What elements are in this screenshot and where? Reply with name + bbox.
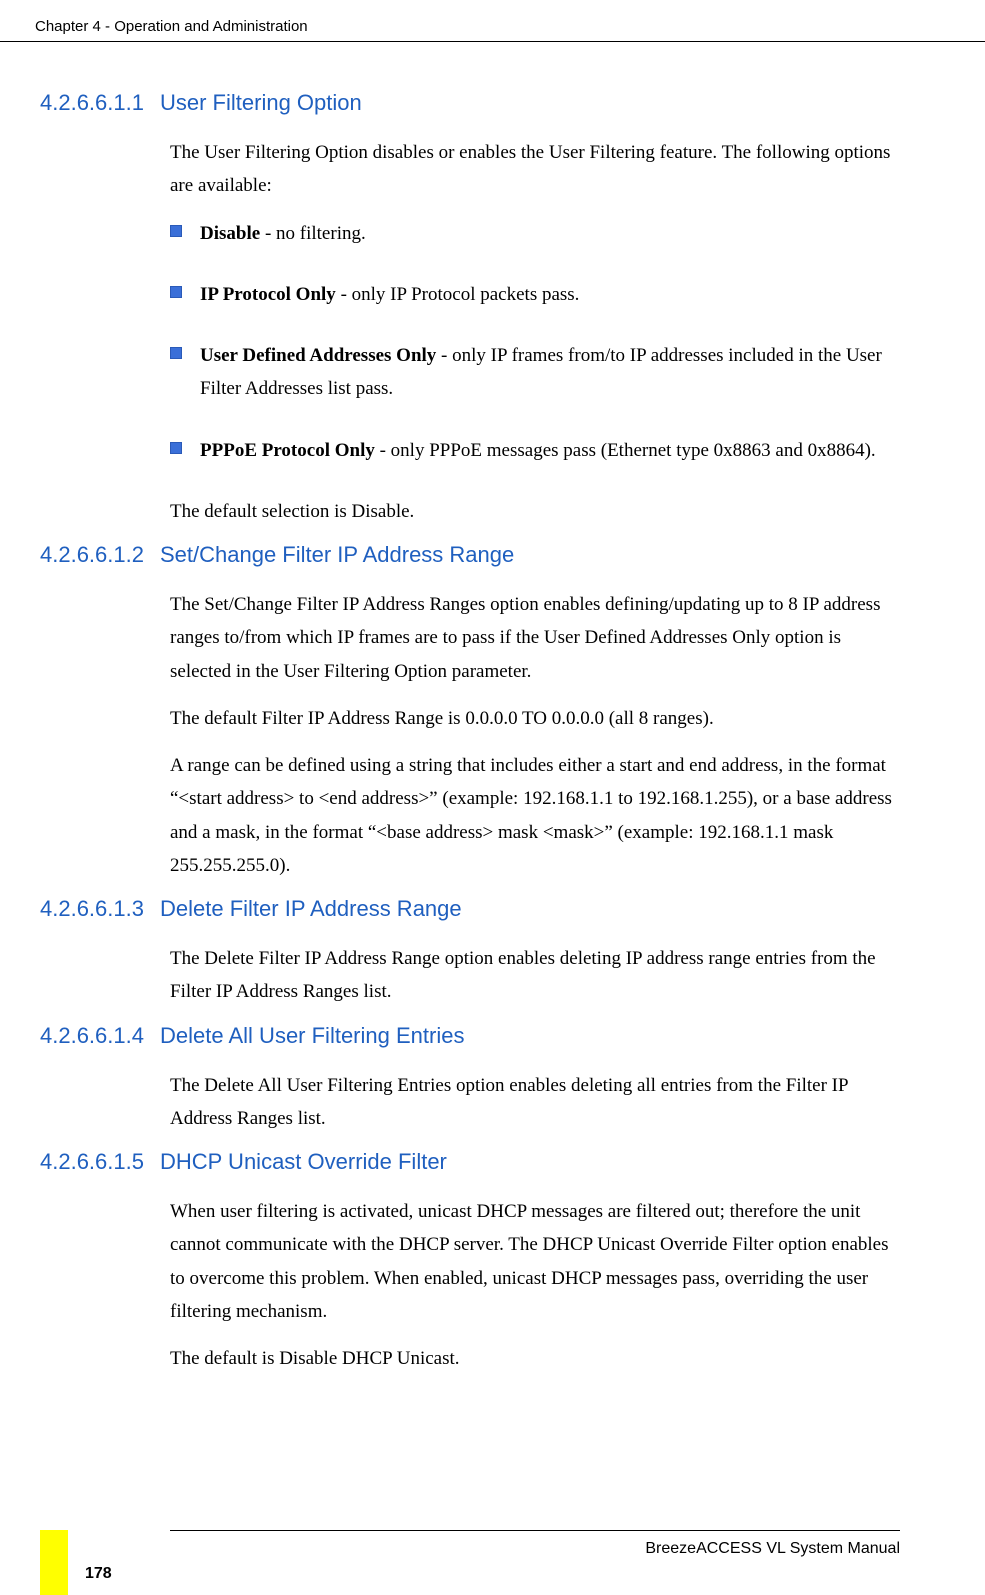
page-footer: BreezeACCESS VL System Manual 178 [0,1530,985,1595]
bullet-bold: User Defined Addresses Only [200,345,436,366]
bullet-bold: IP Protocol Only [200,284,336,305]
section-heading: 4.2.6.6.1.1 User Filtering Option [40,90,900,116]
footer-divider [170,1530,900,1531]
section-title: DHCP Unicast Override Filter [160,1149,447,1175]
body-paragraph: A range can be defined using a string th… [170,749,900,882]
list-item: Disable - no filtering. [170,217,900,250]
body-paragraph: The User Filtering Option disables or en… [170,136,900,203]
list-item: User Defined Addresses Only - only IP fr… [170,339,900,406]
body-paragraph: The default selection is Disable. [170,495,900,528]
body-paragraph: The default is Disable DHCP Unicast. [170,1342,900,1375]
bullet-bold: Disable [200,223,260,244]
section-number: 4.2.6.6.1.1 [40,90,160,116]
page-content: 4.2.6.6.1.1 User Filtering Option The Us… [0,42,985,1375]
section-heading: 4.2.6.6.1.3 Delete Filter IP Address Ran… [40,896,900,922]
bullet-icon [170,442,182,454]
bullet-icon [170,225,182,237]
section-number: 4.2.6.6.1.4 [40,1023,160,1049]
section-title: Set/Change Filter IP Address Range [160,542,514,568]
body-paragraph: The Set/Change Filter IP Address Ranges … [170,588,900,688]
bullet-rest: - no filtering. [260,223,366,244]
section-heading: 4.2.6.6.1.4 Delete All User Filtering En… [40,1023,900,1049]
section-title: Delete Filter IP Address Range [160,896,462,922]
body-paragraph: When user filtering is activated, unicas… [170,1195,900,1328]
section-number: 4.2.6.6.1.2 [40,542,160,568]
bullet-bold: PPPoE Protocol Only [200,440,375,461]
section-title: User Filtering Option [160,90,362,116]
page-header: Chapter 4 - Operation and Administration [0,0,985,42]
bullet-rest: - only PPPoE messages pass (Ethernet typ… [375,440,876,461]
bullet-text: User Defined Addresses Only - only IP fr… [200,339,900,406]
section-number: 4.2.6.6.1.5 [40,1149,160,1175]
page-number: 178 [85,1565,112,1583]
bullet-text: IP Protocol Only - only IP Protocol pack… [200,278,900,311]
section-heading: 4.2.6.6.1.5 DHCP Unicast Override Filter [40,1149,900,1175]
list-item: IP Protocol Only - only IP Protocol pack… [170,278,900,311]
bullet-icon [170,347,182,359]
section-number: 4.2.6.6.1.3 [40,896,160,922]
bullet-text: PPPoE Protocol Only - only PPPoE message… [200,434,900,467]
bullet-icon [170,286,182,298]
body-paragraph: The default Filter IP Address Range is 0… [170,702,900,735]
yellow-marker [40,1530,68,1595]
chapter-label: Chapter 4 - Operation and Administration [35,18,308,35]
footer-manual-title: BreezeACCESS VL System Manual [645,1540,900,1558]
section-heading: 4.2.6.6.1.2 Set/Change Filter IP Address… [40,542,900,568]
list-item: PPPoE Protocol Only - only PPPoE message… [170,434,900,467]
body-paragraph: The Delete Filter IP Address Range optio… [170,942,900,1009]
body-paragraph: The Delete All User Filtering Entries op… [170,1069,900,1136]
bullet-text: Disable - no filtering. [200,217,900,250]
bullet-rest: - only IP Protocol packets pass. [336,284,580,305]
section-title: Delete All User Filtering Entries [160,1023,464,1049]
